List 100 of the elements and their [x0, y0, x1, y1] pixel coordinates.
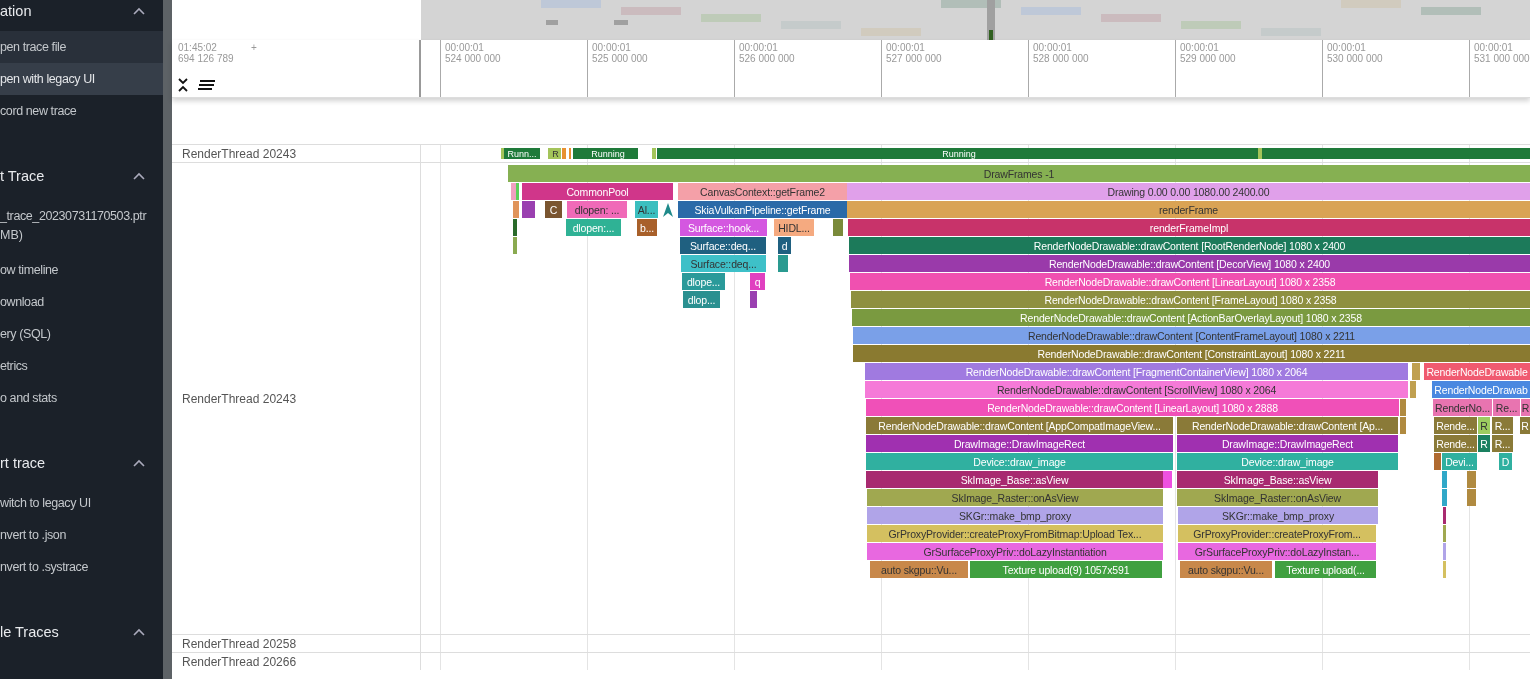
trace-slice[interactable]: RenderNodeDrawable — [1424, 363, 1530, 380]
trace-slice[interactable] — [516, 183, 519, 200]
thread-state-segment[interactable] — [652, 148, 656, 159]
trace-slice[interactable]: GrProxyProvider::createProxyFromBitmap:Upload Tex... — [867, 525, 1163, 542]
sidebar-section-title[interactable]: ation — [0, 3, 32, 19]
trace-slice[interactable]: SkiaVulkanPipeline::getFrame — [678, 201, 847, 218]
thread-state-segment[interactable]: Running — [578, 148, 638, 159]
trace-slice[interactable]: C — [545, 201, 562, 218]
trace-slice[interactable]: GrSurfaceProxyPriv::doLazyInstan... — [1178, 543, 1376, 560]
chevron-up-icon[interactable] — [133, 459, 145, 467]
trace-slice[interactable]: SkImage_Base::asView — [866, 471, 1163, 488]
trace-slice[interactable]: RenderNodeDrawable::drawContent [ActionBarOverlayLayout] 1080 x 2358 — [852, 309, 1530, 326]
trace-slice[interactable]: Drawing 0.00 0.00 1080.00 2400.00 — [847, 183, 1530, 200]
thread-state-segment[interactable] — [562, 148, 566, 159]
trace-slice[interactable]: Rende... — [1434, 435, 1477, 452]
trace-slice[interactable]: auto skgpu::Vu... — [1180, 561, 1272, 578]
trace-slice[interactable] — [1163, 471, 1172, 488]
track-title[interactable]: RenderThread 20243 — [182, 146, 297, 161]
trace-slice[interactable]: RenderNodeDrawable::drawContent [FragmentContainerView] 1080 x 2064 — [865, 363, 1408, 380]
trace-slice[interactable]: dlopen: ... — [567, 201, 627, 218]
trace-slice[interactable]: Surface::deq... — [681, 255, 766, 272]
trace-slice[interactable]: renderFrameImpl — [848, 219, 1530, 236]
chevron-up-icon[interactable] — [133, 628, 145, 636]
trace-slice[interactable]: CommonPool — [522, 183, 673, 200]
sidebar-section-title[interactable]: t Trace — [0, 168, 45, 184]
trace-slice[interactable]: R... — [1492, 435, 1513, 452]
trace-slice[interactable]: renderFrame — [847, 201, 1530, 218]
trace-slice[interactable]: Al... — [635, 201, 658, 218]
trace-slice[interactable]: SkImage_Base::asView — [1177, 471, 1378, 488]
sidebar-item[interactable]: pen trace file — [0, 31, 163, 63]
thread-state-segment[interactable] — [501, 148, 504, 159]
trace-slice[interactable]: RenderNodeDrawable::drawContent [RootRenderNode] 1080 x 2400 — [849, 237, 1530, 254]
track-title[interactable]: RenderThread 20258 — [182, 636, 297, 651]
add-note-button[interactable]: + — [250, 42, 257, 53]
chevron-up-icon[interactable] — [133, 7, 145, 15]
trace-slice[interactable] — [1443, 561, 1446, 578]
sidebar-item[interactable]: ow timeline — [0, 254, 163, 286]
trace-slice[interactable]: auto skgpu::Vu... — [870, 561, 968, 578]
trace-slice[interactable]: CanvasContext::getFrame2 — [678, 183, 847, 200]
trace-slice[interactable]: RenderNodeDrawable::drawContent [Ap... — [1177, 417, 1398, 434]
trace-slice[interactable]: RenderNodeDrawable::drawContent [FrameLayout] 1080 x 2358 — [851, 291, 1530, 308]
sidebar-item[interactable]: pen with legacy UI — [0, 63, 163, 95]
trace-slice[interactable]: RenderNodeDrawable::drawContent [LinearLayout] 1080 x 2888 — [866, 399, 1399, 416]
trace-slice[interactable]: Re... — [1493, 399, 1520, 416]
trace-slice[interactable]: DrawImage::DrawImageRect — [1177, 435, 1398, 452]
trace-slice[interactable]: GrSurfaceProxyPriv::doLazyInstantiation — [867, 543, 1163, 560]
track-title[interactable]: RenderThread 20243 — [182, 391, 297, 406]
sidebar-item[interactable]: cord new trace — [0, 95, 163, 127]
trace-slice[interactable]: RenderNo... — [1433, 399, 1492, 416]
sidebar-item[interactable]: o and stats — [0, 382, 163, 414]
trace-slice[interactable]: Surface::hook... — [680, 219, 767, 236]
trace-slice[interactable] — [750, 291, 757, 308]
trace-slice[interactable]: RenderNodeDrawable::drawContent [ConstraintLayout] 1080 x 2211 — [853, 345, 1530, 362]
trace-slice[interactable] — [833, 219, 843, 236]
chevron-up-icon[interactable] — [133, 172, 145, 180]
trace-slice[interactable] — [1400, 399, 1406, 416]
trace-slice[interactable]: RenderNodeDrawable::drawContent [ScrollView] 1080 x 2064 — [865, 381, 1408, 398]
trace-slice[interactable]: Rende... — [1434, 417, 1477, 434]
trace-slice[interactable] — [778, 255, 788, 272]
trace-slice[interactable]: b... — [637, 219, 657, 236]
trace-slice[interactable] — [513, 237, 517, 254]
trace-slice[interactable]: dlope... — [682, 273, 725, 290]
trace-slice[interactable]: R — [1478, 435, 1490, 452]
trace-slice[interactable] — [1400, 417, 1406, 434]
trace-slice[interactable]: DrawImage::DrawImageRect — [866, 435, 1173, 452]
thread-state-segment[interactable]: Runn... — [504, 148, 540, 159]
trace-slice[interactable]: Surface::deq... — [680, 237, 766, 254]
trace-slice[interactable] — [1443, 525, 1446, 542]
sidebar-item[interactable]: etrics — [0, 350, 163, 382]
trace-slice[interactable]: RenderNodeDrawable::drawContent [ContentFrameLayout] 1080 x 2211 — [853, 327, 1530, 344]
trace-slice[interactable]: HIDL... — [774, 219, 814, 236]
menu-lines-icon[interactable] — [198, 80, 216, 90]
trace-slice[interactable] — [1442, 471, 1447, 488]
sidebar-item[interactable]: nvert to .systrace — [0, 551, 163, 583]
trace-slice[interactable] — [522, 201, 535, 218]
trace-slice[interactable] — [1443, 543, 1446, 560]
trace-slice[interactable]: R — [1521, 399, 1530, 416]
trace-slice[interactable] — [511, 183, 516, 200]
trace-slice[interactable] — [1467, 471, 1476, 488]
trace-slice[interactable] — [1467, 489, 1476, 506]
trace-slice[interactable]: RenderNodeDrawable::drawContent [LinearLayout] 1080 x 2358 — [850, 273, 1530, 290]
trace-slice[interactable] — [1434, 453, 1441, 470]
trace-slice[interactable]: GrProxyProvider::createProxyFrom... — [1178, 525, 1376, 542]
trace-slice[interactable]: Texture upload(9) 1057x591 — [970, 561, 1162, 578]
trace-slice[interactable] — [513, 219, 517, 236]
trace-slice[interactable]: SKGr::make_bmp_proxy — [867, 507, 1163, 524]
sidebar-item[interactable]: ownload — [0, 286, 163, 318]
trace-slice[interactable]: SkImage_Raster::onAsView — [867, 489, 1163, 506]
thread-state-segment[interactable] — [573, 148, 578, 159]
trace-slice[interactable]: q — [750, 273, 765, 290]
overview-minimap-drawing[interactable] — [421, 0, 1530, 40]
trace-slice[interactable] — [1412, 363, 1420, 380]
track-title[interactable]: RenderThread 20266 — [182, 654, 297, 669]
trace-slice[interactable] — [1443, 507, 1446, 524]
trace-slice[interactable] — [1410, 381, 1416, 398]
sidebar-item[interactable]: witch to legacy UI — [0, 487, 163, 519]
sidebar-item[interactable]: nvert to .json — [0, 519, 163, 551]
thread-state-segment[interactable]: Running — [660, 148, 1258, 159]
trace-slice[interactable]: RenderNodeDrawable::drawContent [DecorView] 1080 x 2400 — [849, 255, 1530, 272]
trace-slice[interactable]: RenderNodeDrawab — [1432, 381, 1530, 398]
